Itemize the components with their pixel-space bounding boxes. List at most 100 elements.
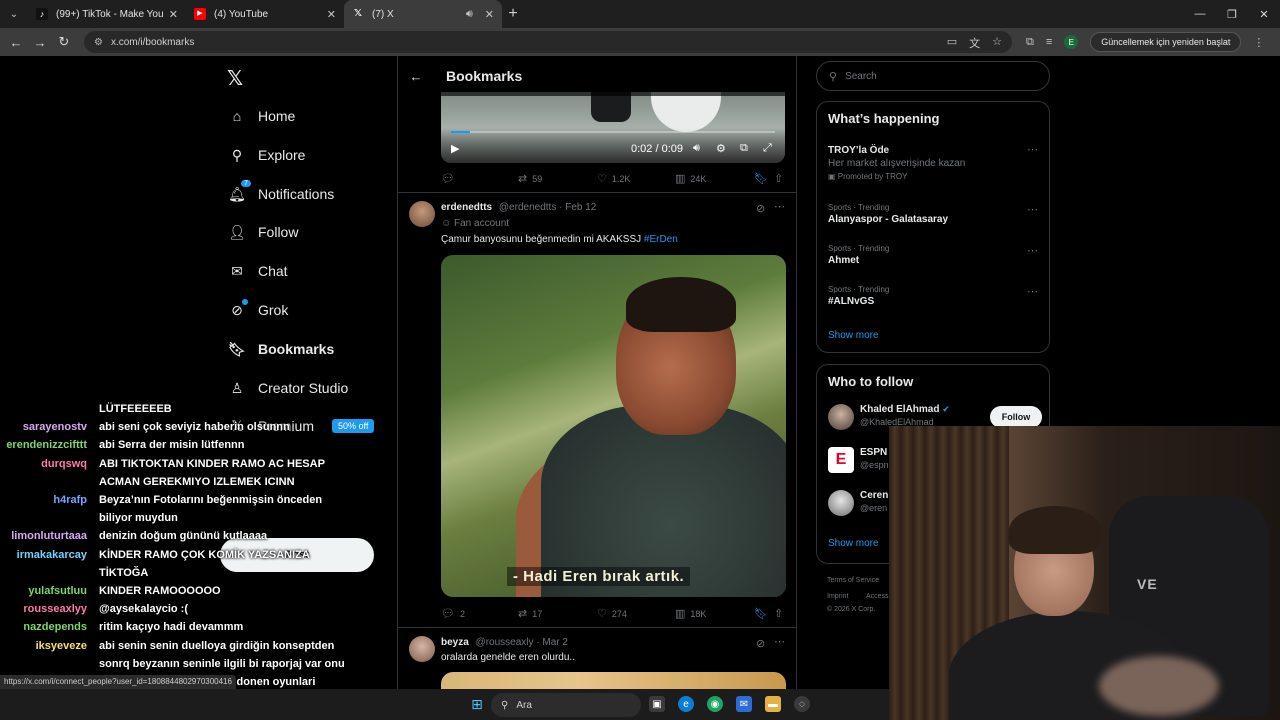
search-icon: ⚲: [829, 70, 838, 83]
nav-notifications[interactable]: 🔔︎ 7 Notifications: [228, 180, 334, 206]
tab-tiktok[interactable]: ♪ (99+) TikTok - Make Your Day ✕: [28, 0, 186, 28]
close-tab-icon[interactable]: ✕: [327, 8, 336, 21]
show-more-link[interactable]: Show more: [828, 330, 879, 341]
translate-icon[interactable]: 文: [969, 35, 980, 51]
settings-icon[interactable]: ⚙︎: [716, 142, 726, 155]
close-tab-icon[interactable]: ✕: [169, 8, 178, 21]
nav-grok[interactable]: ⊘ Grok: [228, 298, 288, 322]
grok-icon[interactable]: ⊘: [756, 202, 765, 215]
media-icon[interactable]: ≡: [1046, 36, 1052, 48]
nav-creator-studio[interactable]: ♙ Creator Studio: [228, 376, 349, 400]
footer-link[interactable]: Imprint: [827, 593, 848, 600]
new-tab-button[interactable]: +: [502, 5, 524, 23]
more-icon[interactable]: ⋯: [1027, 244, 1038, 257]
chat-message: ritim kaçıyo hadi devammm: [99, 621, 244, 633]
nav-follow[interactable]: 👤︎ Follow: [228, 220, 298, 244]
chrome-icon[interactable]: ◉: [707, 696, 723, 712]
show-more-link[interactable]: Show more: [828, 538, 879, 549]
author-handle[interactable]: @rousseaxly: [476, 637, 534, 648]
tweet-divider: [398, 192, 796, 193]
trend-item[interactable]: Sports · Trending #ALNvGS ⋯: [828, 285, 1038, 307]
more-icon[interactable]: ⋯: [1027, 143, 1038, 156]
pip-icon[interactable]: ⧉: [740, 142, 748, 155]
tweet-date[interactable]: Mar 2: [542, 637, 568, 648]
app-icon[interactable]: ◌: [794, 696, 810, 712]
nav-chat[interactable]: ✉ Chat: [228, 259, 287, 283]
author-name[interactable]: erdenedtts: [441, 202, 492, 213]
play-icon[interactable]: ▶: [451, 142, 459, 155]
forward-icon[interactable]: →: [28, 35, 52, 50]
like-button[interactable]: ♡ 274: [597, 607, 627, 620]
fullscreen-icon[interactable]: ⤢: [763, 142, 772, 155]
retweet-button[interactable]: ⇄ 59: [518, 172, 542, 185]
views-button[interactable]: ▥ 18K: [675, 607, 706, 620]
bookmark-button[interactable]: 🔖︎: [754, 172, 768, 185]
trend-item[interactable]: Sports · Trending Alanyaspor - Galatasar…: [828, 203, 1038, 225]
tab-x[interactable]: 𝕏 (7) X 🔊︎ ✕: [344, 0, 502, 28]
task-view-icon[interactable]: ▣: [649, 696, 665, 712]
share-button[interactable]: ⇧: [774, 172, 783, 185]
tweet-video-player[interactable]: ▶ 0:02 / 0:09 🔊︎ ⚙︎ ⧉ ⤢: [441, 92, 785, 163]
star-icon[interactable]: ☆: [992, 35, 1002, 51]
more-icon[interactable]: ⋯: [1027, 285, 1038, 298]
like-button[interactable]: ♡ 1.2K: [597, 172, 630, 185]
more-icon[interactable]: ⋯: [774, 635, 785, 648]
extensions-icon[interactable]: ⧉: [1026, 36, 1034, 49]
close-tab-icon[interactable]: ✕: [485, 8, 494, 21]
minimize-icon[interactable]: —: [1184, 8, 1216, 20]
profile-avatar[interactable]: E: [1064, 35, 1079, 49]
search-input[interactable]: ⚲ Search: [816, 61, 1050, 91]
avatar[interactable]: [828, 490, 854, 516]
espn-logo-icon[interactable]: E: [828, 447, 854, 473]
tiktok-icon: ♪: [36, 8, 48, 20]
grok-icon[interactable]: ⊘: [756, 637, 765, 650]
views-button[interactable]: ▥ 24K: [675, 172, 706, 185]
back-icon[interactable]: ←: [4, 35, 28, 50]
nav-bookmarks[interactable]: 🔖︎ Bookmarks: [228, 337, 334, 361]
more-icon[interactable]: ⋯: [774, 200, 785, 213]
retweet-button[interactable]: ⇄ 17: [518, 607, 542, 620]
close-window-icon[interactable]: ✕: [1248, 8, 1280, 21]
share-button[interactable]: ⇧: [774, 607, 783, 620]
tab-youtube[interactable]: ▶ (4) YouTube ✕: [186, 0, 344, 28]
trend-item[interactable]: Sports · Trending Ahmet ⋯: [828, 244, 1038, 266]
more-icon[interactable]: ⋯: [1027, 203, 1038, 216]
cast-icon[interactable]: ▭: [947, 35, 957, 51]
file-explorer-icon[interactable]: ▬: [765, 696, 781, 712]
footer-link[interactable]: Terms of Service: [827, 577, 879, 584]
nav-explore[interactable]: ⚲ Explore: [228, 143, 306, 167]
follow-button[interactable]: Follow: [990, 406, 1042, 428]
tab-list-icon[interactable]: ⌄: [0, 9, 28, 20]
author-handle[interactable]: @erdenedtts: [499, 202, 556, 213]
hashtag-link[interactable]: #ErDen: [644, 234, 678, 245]
avatar[interactable]: [409, 201, 435, 227]
tweet-date[interactable]: Feb 12: [565, 202, 596, 213]
bookmark-button[interactable]: 🔖︎: [754, 607, 768, 620]
restore-icon[interactable]: ❐: [1216, 8, 1248, 21]
windows-start-icon[interactable]: ⊞: [469, 696, 485, 712]
url-input[interactable]: ⚙︎ x.com/i/bookmarks ▭ 文 ☆: [84, 31, 1012, 53]
like-count: 274: [611, 608, 627, 619]
avatar[interactable]: [828, 404, 854, 430]
author-name[interactable]: beyza: [441, 637, 469, 648]
footer-link[interactable]: Access: [866, 593, 889, 600]
video-progress-bar[interactable]: [451, 131, 775, 133]
taskbar-search[interactable]: ⚲ Ara: [491, 693, 641, 717]
site-info-icon[interactable]: ⚙︎: [94, 37, 103, 48]
speaker-icon[interactable]: 🔊︎: [466, 8, 473, 21]
nav-home[interactable]: ⌂ Home: [228, 104, 296, 128]
mail-app-icon[interactable]: ✉: [736, 696, 752, 712]
tweet-video[interactable]: - Hadi Eren bırak artık.: [441, 255, 786, 597]
back-arrow-icon[interactable]: ←: [398, 69, 434, 84]
volume-icon[interactable]: 🔊︎: [693, 142, 700, 155]
edge-icon[interactable]: e: [678, 696, 694, 712]
reload-icon[interactable]: ↻: [52, 34, 76, 50]
menu-icon[interactable]: ⋮: [1253, 36, 1264, 49]
x-logo-icon[interactable]: 𝕏: [227, 66, 243, 91]
reply-button[interactable]: 💬︎ 2: [441, 607, 465, 620]
bookmark-filled-icon: 🔖︎: [754, 608, 768, 620]
update-button[interactable]: Güncellemek için yeniden başlat: [1090, 32, 1242, 52]
avatar[interactable]: [409, 636, 435, 662]
reply-button[interactable]: 💬︎: [441, 172, 455, 185]
trend-item[interactable]: TROY’la Öde Her market alışverişinde kaz…: [828, 143, 1038, 181]
